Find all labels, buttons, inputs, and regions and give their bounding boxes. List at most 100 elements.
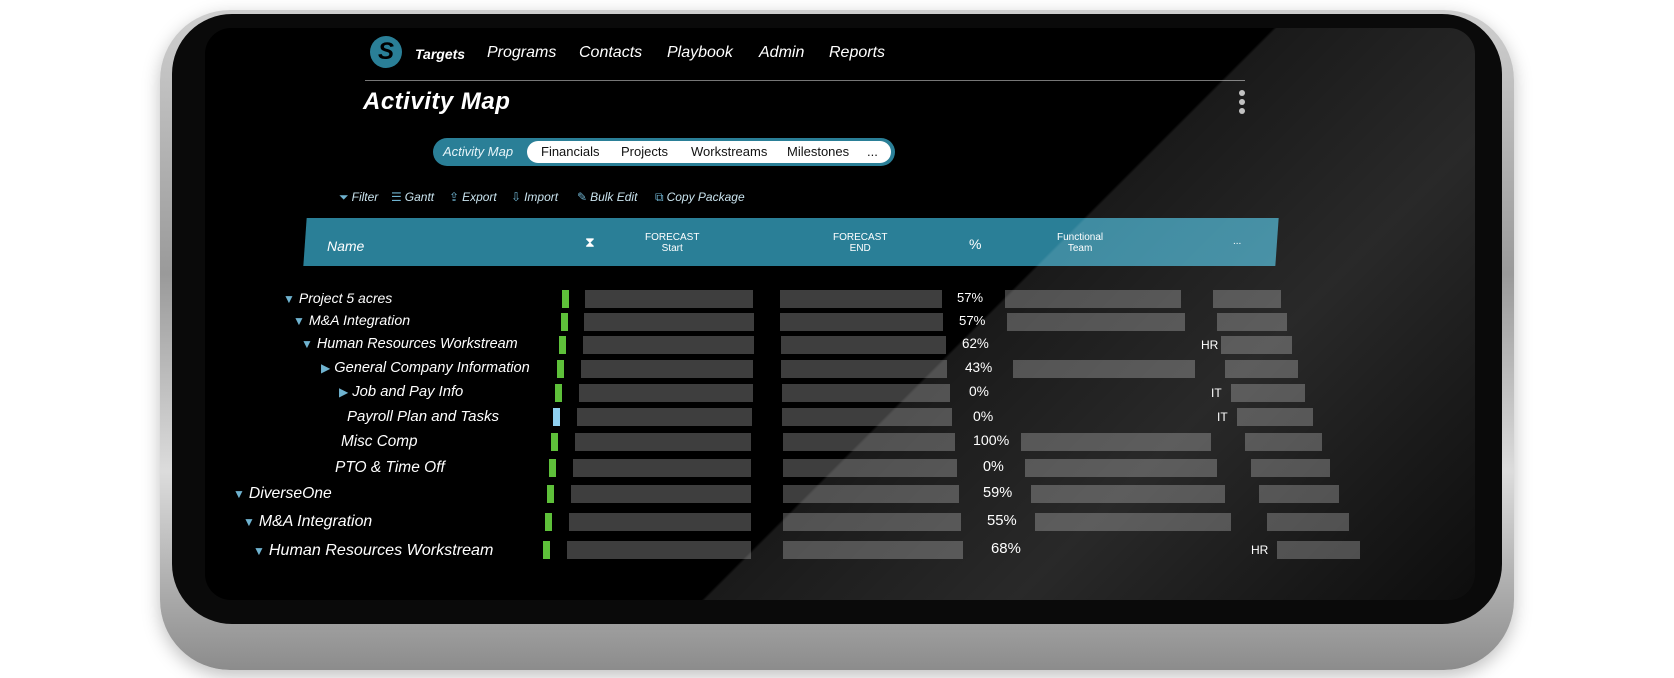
row-name[interactable]: ▼ Human Resources Workstream bbox=[253, 541, 493, 560]
copy-package-button[interactable]: ⧉ Copy Package bbox=[655, 190, 745, 205]
tab-activity-map[interactable]: Activity Map bbox=[443, 144, 513, 159]
column-forecast-start[interactable]: FORECAST Start bbox=[645, 232, 699, 254]
row-name[interactable]: ▶ General Company Information bbox=[321, 360, 530, 376]
forecast-start-cell[interactable] bbox=[575, 433, 751, 451]
nav-admin[interactable]: Admin bbox=[759, 44, 804, 62]
more-column-cell[interactable] bbox=[1237, 408, 1313, 426]
functional-team-cell[interactable] bbox=[1005, 290, 1181, 308]
functional-team-cell[interactable] bbox=[1021, 433, 1211, 451]
tab-workstreams[interactable]: Workstreams bbox=[691, 144, 767, 159]
tab-more[interactable]: ... bbox=[867, 144, 878, 159]
row-name[interactable]: Misc Comp bbox=[341, 433, 418, 451]
forecast-end-cell[interactable] bbox=[782, 408, 952, 426]
expand-right-icon[interactable]: ▶ bbox=[339, 385, 348, 399]
column-percent[interactable]: % bbox=[969, 236, 981, 252]
forecast-end-cell[interactable] bbox=[780, 313, 943, 331]
more-column-cell[interactable] bbox=[1225, 360, 1298, 378]
expand-down-icon[interactable]: ▼ bbox=[293, 314, 305, 328]
status-indicator bbox=[561, 313, 568, 331]
more-column-cell[interactable] bbox=[1221, 336, 1292, 354]
forecast-start-cell[interactable] bbox=[571, 485, 751, 503]
row-name[interactable]: Payroll Plan and Tasks bbox=[347, 408, 499, 425]
functional-team-cell[interactable] bbox=[1013, 360, 1195, 378]
row-name[interactable]: ▶ Job and Pay Info bbox=[339, 384, 463, 400]
import-button[interactable]: ⇩ Import bbox=[511, 190, 558, 204]
hourglass-icon[interactable]: ⧗ bbox=[585, 234, 595, 251]
more-options-icon[interactable] bbox=[1239, 90, 1247, 117]
forecast-end-cell[interactable] bbox=[781, 360, 947, 378]
row-name[interactable]: ▼ Project 5 acres bbox=[283, 290, 392, 306]
more-column-cell[interactable] bbox=[1277, 541, 1360, 559]
expand-down-icon[interactable]: ▼ bbox=[233, 487, 245, 501]
forecast-end-cell[interactable] bbox=[780, 290, 942, 308]
app-logo: S bbox=[370, 36, 402, 68]
percent-complete: 57% bbox=[959, 313, 986, 328]
filter-icon: ⏷ bbox=[339, 190, 349, 204]
more-column-cell[interactable] bbox=[1245, 433, 1322, 451]
forecast-end-cell[interactable] bbox=[783, 541, 963, 559]
bulk-edit-button[interactable]: ✎ Bulk Edit bbox=[577, 190, 637, 204]
functional-team-cell[interactable] bbox=[1031, 485, 1225, 503]
forecast-end-cell[interactable] bbox=[783, 513, 961, 531]
forecast-start-cell[interactable] bbox=[585, 290, 753, 308]
tab-milestones[interactable]: Milestones bbox=[787, 144, 849, 159]
more-column-cell[interactable] bbox=[1217, 313, 1287, 331]
forecast-start-cell[interactable] bbox=[583, 336, 754, 354]
forecast-start-cell[interactable] bbox=[581, 360, 753, 378]
bulk-edit-icon: ✎ bbox=[577, 190, 588, 204]
nav-reports[interactable]: Reports bbox=[829, 44, 885, 62]
more-column-cell[interactable] bbox=[1251, 459, 1330, 477]
functional-team-cell[interactable] bbox=[1007, 313, 1185, 331]
forecast-end-cell[interactable] bbox=[783, 459, 957, 477]
column-name[interactable]: Name bbox=[327, 238, 364, 254]
forecast-start-cell[interactable] bbox=[569, 513, 751, 531]
row-name[interactable]: ▼ M&A Integration bbox=[243, 513, 372, 531]
expand-down-icon[interactable]: ▼ bbox=[253, 544, 265, 558]
status-indicator bbox=[559, 336, 566, 354]
nav-playbook[interactable]: Playbook bbox=[667, 44, 733, 62]
functional-team-cell[interactable] bbox=[1035, 513, 1231, 531]
column-functional-team[interactable]: Functional Team bbox=[1057, 232, 1103, 254]
forecast-start-cell[interactable] bbox=[577, 408, 752, 426]
expand-down-icon[interactable]: ▼ bbox=[243, 515, 255, 529]
forecast-end-cell[interactable] bbox=[781, 336, 946, 354]
status-indicator bbox=[553, 408, 560, 426]
nav-divider bbox=[365, 80, 1245, 81]
nav-contacts[interactable]: Contacts bbox=[579, 44, 642, 62]
forecast-end-cell[interactable] bbox=[783, 485, 959, 503]
tab-projects[interactable]: Projects bbox=[621, 144, 668, 159]
status-indicator bbox=[545, 513, 552, 531]
expand-right-icon[interactable]: ▶ bbox=[321, 361, 330, 375]
forecast-start-cell[interactable] bbox=[567, 541, 751, 559]
row-name[interactable]: ▼ Human Resources Workstream bbox=[301, 336, 518, 352]
percent-complete: 62% bbox=[962, 336, 989, 351]
expand-down-icon[interactable]: ▼ bbox=[283, 292, 295, 306]
forecast-end-cell[interactable] bbox=[783, 433, 955, 451]
column-more[interactable]: ... bbox=[1233, 236, 1241, 247]
functional-team-cell[interactable] bbox=[1025, 459, 1217, 477]
percent-complete: 43% bbox=[965, 360, 993, 375]
functional-team-label: IT bbox=[1211, 386, 1222, 400]
row-name[interactable]: ▼ M&A Integration bbox=[293, 313, 410, 329]
functional-team-label: IT bbox=[1217, 410, 1228, 424]
expand-down-icon[interactable]: ▼ bbox=[301, 337, 313, 351]
more-column-cell[interactable] bbox=[1259, 485, 1339, 503]
row-name[interactable]: ▼ DiverseOne bbox=[233, 485, 332, 503]
nav-programs[interactable]: Programs bbox=[487, 44, 556, 62]
tab-group: Financials Projects Workstreams Mileston… bbox=[527, 141, 891, 163]
forecast-start-cell[interactable] bbox=[573, 459, 751, 477]
more-column-cell[interactable] bbox=[1231, 384, 1305, 402]
column-forecast-end[interactable]: FORECAST END bbox=[833, 232, 887, 254]
nav-targets[interactable]: Targets bbox=[415, 46, 465, 62]
filter-button[interactable]: ⏷ Filter bbox=[339, 190, 378, 205]
forecast-start-cell[interactable] bbox=[579, 384, 753, 402]
copy-package-icon: ⧉ bbox=[655, 190, 664, 204]
gantt-button[interactable]: ☰ Gantt bbox=[391, 190, 434, 204]
more-column-cell[interactable] bbox=[1213, 290, 1281, 308]
forecast-start-cell[interactable] bbox=[584, 313, 754, 331]
row-name[interactable]: PTO & Time Off bbox=[335, 459, 445, 477]
tab-financials[interactable]: Financials bbox=[541, 144, 600, 159]
more-column-cell[interactable] bbox=[1267, 513, 1349, 531]
export-button[interactable]: ⇪ Export bbox=[449, 190, 497, 204]
forecast-end-cell[interactable] bbox=[782, 384, 950, 402]
